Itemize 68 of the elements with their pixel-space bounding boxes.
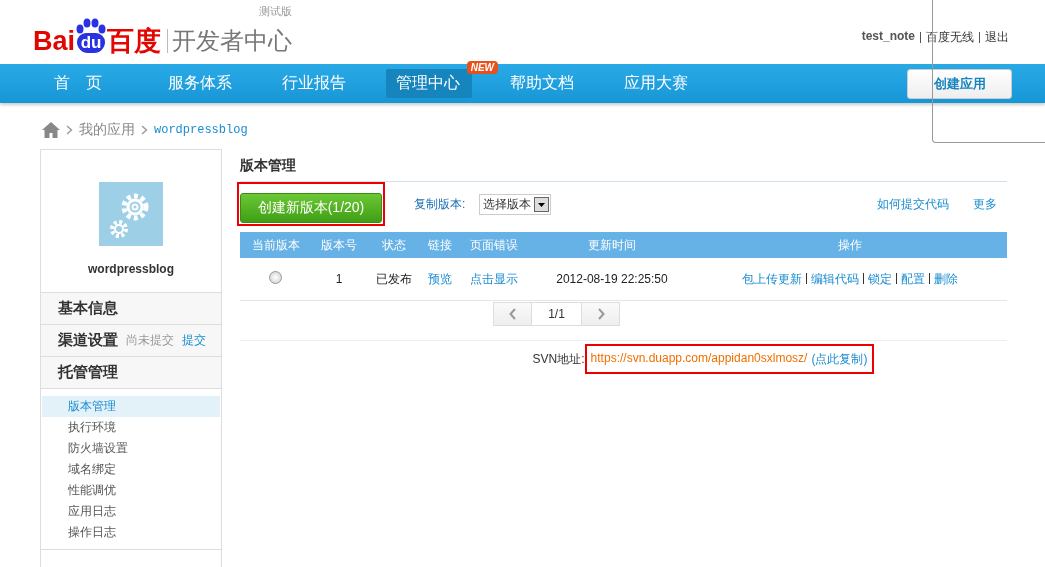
logo-text: 百度 — [107, 26, 162, 56]
previous-page-button[interactable] — [493, 302, 532, 326]
nav-tab[interactable]: 管理中心 — [386, 69, 472, 98]
dropdown-icon — [534, 196, 550, 212]
table-cell: 2012-08-19 22:25:50 — [530, 258, 694, 301]
create-version-button[interactable]: 创建新版本(1/20) — [240, 193, 382, 223]
section-title: 基本信息 — [58, 299, 118, 318]
column-header: 更新时间 — [530, 232, 694, 258]
help-link[interactable]: 如何提交代码 — [877, 195, 949, 213]
radio-button[interactable] — [269, 271, 283, 284]
nav-tab[interactable]: 服务体系 — [158, 69, 244, 98]
section-title: 托管管理 — [58, 363, 118, 382]
nav-tab[interactable]: 首 页 — [44, 69, 130, 98]
version-tag: 测试版 — [259, 4, 293, 19]
column-header: 版本号 — [311, 232, 367, 258]
copy-version-label: 复制版本: — [414, 195, 466, 213]
show-errors-link[interactable]: 点击显示 — [470, 271, 519, 286]
column-header: 当前版本 — [240, 232, 312, 258]
help-link[interactable]: 更多 — [973, 195, 997, 213]
home-icon — [42, 122, 60, 138]
nav-tab[interactable]: 帮助文档 — [500, 69, 586, 98]
column-header: 链接 — [421, 232, 459, 258]
copy-link[interactable]: (点此复制) — [811, 351, 868, 368]
sidebar-item[interactable]: 操作日志 — [42, 522, 220, 543]
chevron-left-icon — [508, 308, 517, 320]
action-link[interactable]: 锁定 — [868, 271, 893, 286]
preview-link[interactable]: 预览 — [427, 271, 452, 286]
table-cell: 1 — [311, 258, 367, 301]
nav-tab[interactable]: 行业报告 — [272, 69, 358, 98]
next-page-button[interactable] — [581, 302, 620, 326]
version-select[interactable]: 选择版本 — [479, 193, 552, 215]
header-link[interactable]: 退出 — [985, 29, 1009, 46]
status-note: 尚未提交 — [126, 332, 174, 349]
section-title: 渠道设置 — [58, 331, 118, 350]
sidebar-item[interactable]: 性能调优 — [42, 480, 220, 501]
product-title: 开发者中心 — [172, 26, 293, 56]
breadcrumb-link[interactable]: 我的应用 — [79, 121, 135, 139]
nav-tab[interactable]: 应用大赛 — [614, 69, 700, 98]
submit-link[interactable]: 提交 — [182, 332, 206, 349]
logo-text: Bai — [33, 26, 76, 56]
svn-label: SVN地址: — [532, 350, 585, 368]
sidebar-item[interactable]: 防火墙设置 — [42, 438, 220, 459]
chevron-right-icon — [66, 125, 73, 135]
username: test_note — [861, 29, 915, 45]
breadcrumb-current: wordpressblog — [154, 123, 248, 137]
sidebar-item[interactable]: 版本管理 — [42, 396, 220, 417]
column-header: 状态 — [366, 232, 422, 258]
chevron-right-icon — [596, 308, 605, 320]
sidebar-item[interactable]: 执行环境 — [42, 417, 220, 438]
page-title: 版本管理 — [240, 149, 1007, 182]
action-link[interactable]: 删除 — [934, 271, 959, 286]
sidebar-item[interactable]: 应用日志 — [42, 501, 220, 522]
sidebar-item[interactable]: 域名绑定 — [42, 459, 220, 480]
column-header: 操作 — [693, 232, 1007, 258]
gear-icon — [99, 182, 163, 246]
svn-url: https://svn.duapp.com/appidan0sxlmosz/ — [590, 351, 808, 367]
app-name: wordpressblog — [87, 262, 175, 276]
column-header: 页面错误 — [458, 232, 531, 258]
logo-du-text: du — [76, 33, 106, 53]
new-badge: NEW — [466, 61, 498, 74]
action-link[interactable]: 配置 — [901, 271, 926, 286]
chevron-right-icon — [141, 125, 148, 135]
paw-icon — [76, 18, 107, 34]
action-link[interactable]: 编辑代码 — [811, 271, 860, 286]
create-app-button[interactable]: 创建应用 — [907, 68, 1012, 99]
action-link[interactable]: 包上传更新 — [742, 271, 803, 286]
table-cell: 已发布 — [366, 258, 422, 301]
header-link[interactable]: 百度无线 — [926, 29, 974, 46]
